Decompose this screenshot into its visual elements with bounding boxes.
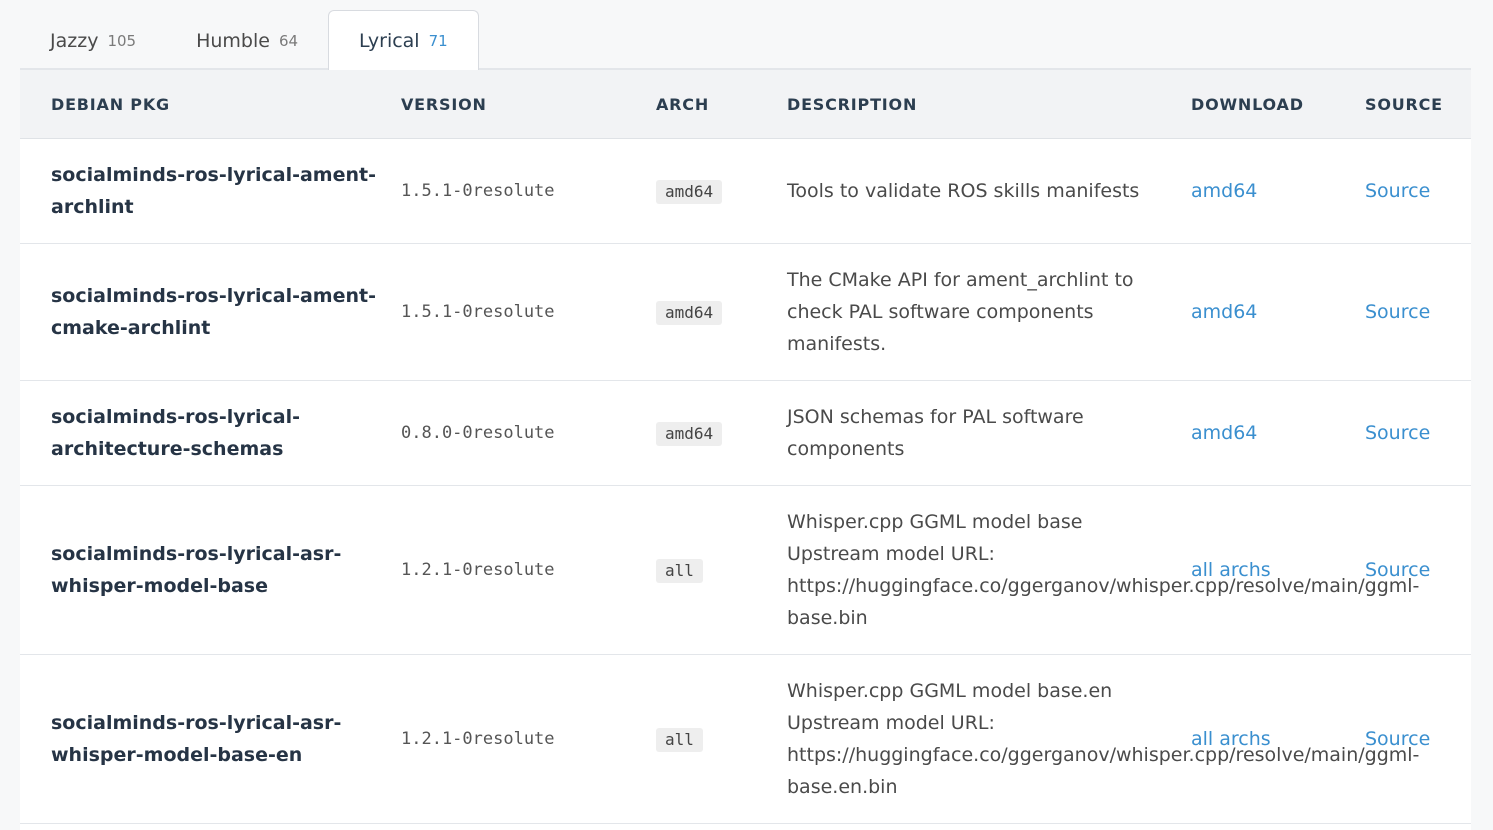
download-cell: all archs [1191, 485, 1365, 655]
pkg-name: socialminds-ros-lyrical-architecture-sch… [20, 380, 401, 486]
pkg-description: Whisper.cpp GGML model base Upstream mod… [787, 485, 1419, 655]
pkg-name: socialminds-ros-lyrical-asr-whisper-mode… [20, 485, 401, 655]
table-row: socialminds-ros-lyrical-ament-cmake-arch… [20, 243, 1471, 381]
arch-badge: amd64 [656, 301, 723, 325]
table-header-row: DEBIAN PKG VERSION ARCH DESCRIPTION DOWN… [20, 70, 1471, 139]
arch-cell: amd64 [656, 243, 787, 381]
tab-count: 105 [107, 32, 137, 50]
tab-humble[interactable]: Humble 64 [166, 12, 328, 70]
pkg-version: 1.2.1-0resolute [401, 485, 656, 655]
download-link[interactable]: amd64 [1191, 301, 1257, 323]
tab-count: 64 [278, 32, 299, 50]
packages-table: DEBIAN PKG VERSION ARCH DESCRIPTION DOWN… [20, 70, 1471, 824]
source-cell: Source [1365, 485, 1471, 655]
download-cell: amd64 [1191, 243, 1365, 381]
pkg-name: socialminds-ros-lyrical-asr-whisper-mode… [20, 654, 401, 824]
arch-cell: amd64 [656, 138, 787, 244]
source-link[interactable]: Source [1365, 728, 1430, 750]
source-cell: Source [1365, 243, 1471, 381]
pkg-name: socialminds-ros-lyrical-ament-archlint [20, 138, 401, 244]
pkg-name: socialminds-ros-lyrical-ament-cmake-arch… [20, 243, 401, 381]
table-row: socialminds-ros-lyrical-asr-whisper-mode… [20, 485, 1471, 655]
source-cell: Source [1365, 380, 1471, 486]
tab-lyrical[interactable]: Lyrical 71 [328, 10, 479, 70]
download-link[interactable]: all archs [1191, 728, 1271, 750]
pkg-version: 0.8.0-0resolute [401, 380, 656, 486]
packages-table-container: DEBIAN PKG VERSION ARCH DESCRIPTION DOWN… [20, 70, 1471, 830]
download-cell: amd64 [1191, 138, 1365, 244]
source-cell: Source [1365, 654, 1471, 824]
download-cell: amd64 [1191, 380, 1365, 486]
table-row: socialminds-ros-lyrical-architecture-sch… [20, 380, 1471, 486]
pkg-version: 1.5.1-0resolute [401, 243, 656, 381]
table-row: socialminds-ros-lyrical-ament-archlint 1… [20, 138, 1471, 244]
table-row: socialminds-ros-lyrical-asr-whisper-mode… [20, 654, 1471, 824]
source-link[interactable]: Source [1365, 180, 1430, 202]
tab-label: Humble [196, 30, 270, 52]
download-link[interactable]: amd64 [1191, 180, 1257, 202]
source-cell: Source [1365, 138, 1471, 244]
column-header-description: DESCRIPTION [787, 70, 1191, 139]
pkg-description: Whisper.cpp GGML model base.en Upstream … [787, 654, 1419, 824]
arch-badge: amd64 [656, 422, 723, 446]
tab-jazzy[interactable]: Jazzy 105 [20, 12, 166, 70]
tab-label: Jazzy [50, 30, 99, 52]
pkg-version: 1.5.1-0resolute [401, 138, 656, 244]
column-header-download: DOWNLOAD [1191, 70, 1365, 139]
column-header-source: SOURCE [1365, 70, 1471, 139]
source-link[interactable]: Source [1365, 301, 1430, 323]
source-link[interactable]: Source [1365, 559, 1430, 581]
arch-cell: amd64 [656, 380, 787, 486]
arch-cell: all [656, 485, 787, 655]
pkg-description: Tools to validate ROS skills manifests [787, 138, 1191, 244]
pkg-description: The CMake API for ament_archlint to chec… [787, 243, 1191, 381]
column-header-arch: ARCH [656, 70, 787, 139]
download-link[interactable]: amd64 [1191, 422, 1257, 444]
tab-label: Lyrical [359, 29, 420, 52]
arch-cell: all [656, 654, 787, 824]
source-link[interactable]: Source [1365, 422, 1430, 444]
pkg-description: JSON schemas for PAL software components [787, 380, 1191, 486]
download-cell: all archs [1191, 654, 1365, 824]
column-header-version: VERSION [401, 70, 656, 139]
download-link[interactable]: all archs [1191, 559, 1271, 581]
arch-badge: all [656, 559, 703, 583]
arch-badge: amd64 [656, 180, 723, 204]
arch-badge: all [656, 728, 703, 752]
distro-tabs: Jazzy 105 Humble 64 Lyrical 71 [20, 10, 479, 70]
pkg-version: 1.2.1-0resolute [401, 654, 656, 824]
column-header-pkg: DEBIAN PKG [20, 70, 401, 139]
tab-count: 71 [428, 31, 448, 50]
